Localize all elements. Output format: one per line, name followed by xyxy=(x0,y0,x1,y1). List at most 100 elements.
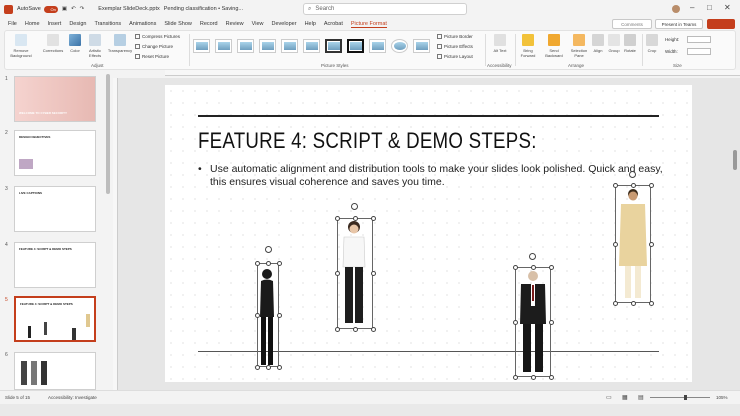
picture-style-9[interactable] xyxy=(369,39,386,53)
tab-file[interactable]: File xyxy=(8,21,17,27)
resize-handle[interactable] xyxy=(512,264,518,270)
picture-style-3[interactable] xyxy=(237,39,254,53)
resize-handle[interactable] xyxy=(648,182,654,188)
picture-style-1[interactable] xyxy=(193,39,210,53)
picture-style-5[interactable] xyxy=(281,39,298,53)
resize-handle[interactable] xyxy=(254,312,260,318)
tab-record[interactable]: Record xyxy=(200,21,218,27)
picture-style-10[interactable] xyxy=(391,39,408,53)
picture-border-button[interactable]: Picture Border xyxy=(437,34,473,39)
picture-style-7[interactable] xyxy=(325,39,342,53)
maximize-icon[interactable]: □ xyxy=(707,3,712,12)
tab-design[interactable]: Design xyxy=(69,21,86,27)
picture-style-8[interactable] xyxy=(347,39,364,53)
crop-button[interactable]: Crop xyxy=(645,34,659,53)
resize-handle[interactable] xyxy=(630,182,636,188)
resize-handle[interactable] xyxy=(334,215,340,221)
rotate-handle[interactable] xyxy=(265,246,272,253)
compress-pictures-button[interactable]: Compress Pictures xyxy=(135,34,180,39)
resize-handle[interactable] xyxy=(254,260,260,266)
alt-text-button[interactable]: Alt Text xyxy=(489,34,511,53)
picture-style-4[interactable] xyxy=(259,39,276,53)
tab-acrobat[interactable]: Acrobat xyxy=(324,21,343,27)
resize-handle[interactable] xyxy=(352,215,358,221)
comments-button[interactable]: Comments xyxy=(612,19,652,29)
picture-layout-button[interactable]: Picture Layout xyxy=(437,54,473,59)
align-button[interactable]: Align xyxy=(591,34,605,53)
autosave-toggle[interactable]: On xyxy=(43,5,58,13)
close-icon[interactable]: ✕ xyxy=(724,3,731,12)
resize-handle[interactable] xyxy=(276,312,282,318)
picture-effects-button[interactable]: Picture Effects xyxy=(437,44,473,49)
slide-sorter-icon[interactable]: ▦ xyxy=(622,394,628,401)
slide-thumbnail-6[interactable] xyxy=(14,352,96,390)
tab-insert[interactable]: Insert xyxy=(48,21,62,27)
rotate-handle[interactable] xyxy=(351,203,358,210)
tab-picture-format[interactable]: Picture Format xyxy=(350,21,387,28)
resize-handle[interactable] xyxy=(512,374,518,380)
artistic-effects-button[interactable]: Artistic Effects xyxy=(85,34,105,58)
slide-thumbnail-3[interactable]: LIVE CAPTIONS xyxy=(14,186,96,232)
share-button[interactable] xyxy=(707,19,735,29)
canvas-scrollbar[interactable] xyxy=(733,150,737,170)
tab-slide-show[interactable]: Slide Show xyxy=(164,21,192,27)
classification-status[interactable]: Pending classification • Saving... xyxy=(164,6,243,12)
resize-handle[interactable] xyxy=(648,300,654,306)
zoom-level[interactable]: 105% xyxy=(716,395,728,400)
picture-style-2[interactable] xyxy=(215,39,232,53)
save-icon[interactable]: ▣ xyxy=(62,6,67,12)
resize-handle[interactable] xyxy=(548,374,554,380)
slide[interactable]: FEATURE 4: SCRIPT & DEMO STEPS: • Use au… xyxy=(165,85,692,382)
minimize-icon[interactable]: – xyxy=(690,3,694,12)
resize-handle[interactable] xyxy=(512,319,518,325)
zoom-slider[interactable] xyxy=(650,397,710,398)
rotate-button[interactable]: Rotate xyxy=(622,34,638,53)
tab-help[interactable]: Help xyxy=(305,21,316,27)
resize-handle[interactable] xyxy=(548,319,554,325)
resize-handle[interactable] xyxy=(630,300,636,306)
picture-style-6[interactable] xyxy=(303,39,320,53)
reading-view-icon[interactable]: ▤ xyxy=(638,394,644,401)
tab-home[interactable]: Home xyxy=(25,21,40,27)
resize-handle[interactable] xyxy=(530,264,536,270)
rotate-handle[interactable] xyxy=(529,253,536,260)
resize-handle[interactable] xyxy=(612,182,618,188)
zoom-slider-thumb[interactable] xyxy=(684,395,687,400)
resize-handle[interactable] xyxy=(612,241,618,247)
resize-handle[interactable] xyxy=(612,300,618,306)
slide-thumbnail-1[interactable]: WELCOME TO CYBER SECURITY xyxy=(14,76,96,122)
send-backward-button[interactable]: Send Backward xyxy=(542,34,566,58)
picture-style-11[interactable] xyxy=(413,39,430,53)
tab-transitions[interactable]: Transitions xyxy=(94,21,121,27)
slide-title[interactable]: FEATURE 4: SCRIPT & DEMO STEPS: xyxy=(198,128,537,154)
undo-icon[interactable]: ↶ xyxy=(71,6,76,12)
slide-thumbnail-5[interactable]: FEATURE 4: SCRIPT & DEMO STEPS xyxy=(14,296,96,342)
resize-handle[interactable] xyxy=(276,364,282,370)
resize-handle[interactable] xyxy=(352,326,358,332)
resize-handle[interactable] xyxy=(370,271,376,276)
resize-handle[interactable] xyxy=(276,260,282,266)
resize-handle[interactable] xyxy=(265,260,271,266)
slide-thumbnail-2[interactable]: DESIGN OBJECTIVES xyxy=(14,130,96,176)
resize-handle[interactable] xyxy=(334,271,340,276)
tab-developer[interactable]: Developer xyxy=(272,21,297,27)
tab-view[interactable]: View xyxy=(252,21,264,27)
change-picture-button[interactable]: Change Picture xyxy=(135,44,173,49)
resize-handle[interactable] xyxy=(548,264,554,270)
resize-handle[interactable] xyxy=(370,215,376,221)
selection-pane-button[interactable]: Selection Pane xyxy=(568,34,590,58)
rotate-handle[interactable] xyxy=(629,171,636,178)
reset-picture-button[interactable]: Reset Picture xyxy=(135,54,169,59)
resize-handle[interactable] xyxy=(370,326,376,332)
resize-handle[interactable] xyxy=(530,374,536,380)
slide-thumbnail-4[interactable]: FEATURE 4: SCRIPT & DEMO STEPS xyxy=(14,242,96,288)
panel-scrollbar[interactable] xyxy=(106,74,110,194)
group-button[interactable]: Group xyxy=(607,34,621,53)
redo-icon[interactable]: ↷ xyxy=(80,6,85,12)
tab-review[interactable]: Review xyxy=(226,21,244,27)
search-input[interactable]: ⌕ Search xyxy=(303,3,467,15)
transparency-button[interactable]: Transparency xyxy=(107,34,133,53)
height-input[interactable] xyxy=(687,36,711,43)
resize-handle[interactable] xyxy=(334,326,340,332)
resize-handle[interactable] xyxy=(254,364,260,370)
